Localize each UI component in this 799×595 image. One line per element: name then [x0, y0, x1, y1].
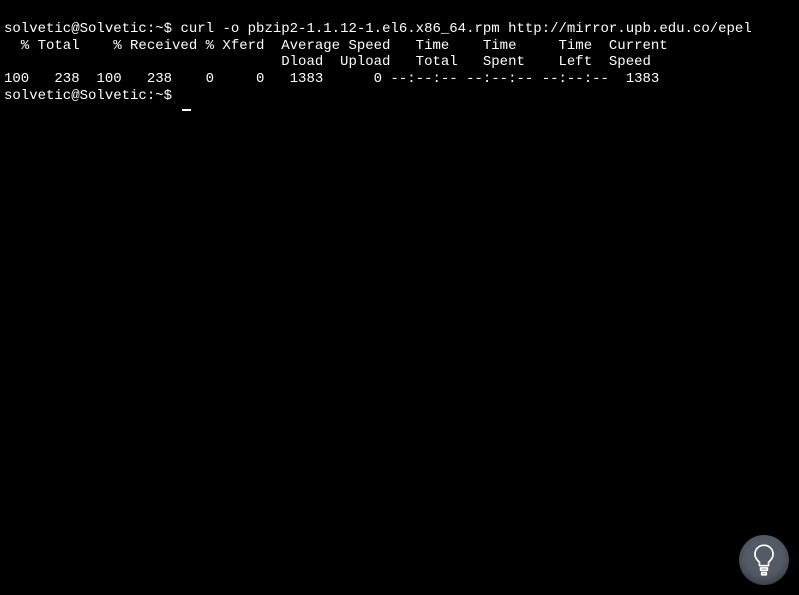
curl-progress-row: 100 238 100 238 0 0 1383 0 --:--:-- --:-… [4, 71, 659, 87]
watermark-icon [739, 535, 789, 585]
curl-header-row-1: % Total % Received % Xferd Average Speed… [4, 38, 668, 54]
lightbulb-icon [750, 543, 778, 577]
terminal-output[interactable]: solvetic@Solvetic:~$ curl -o pbzip2-1.1.… [4, 4, 795, 105]
cursor [182, 109, 191, 111]
prompt: solvetic@Solvetic:~$ [4, 21, 180, 37]
prompt: solvetic@Solvetic:~$ [4, 88, 180, 104]
command-text: curl -o pbzip2-1.1.12-1.el6.x86_64.rpm h… [180, 21, 751, 37]
curl-header-row-2: Dload Upload Total Spent Left Speed [4, 54, 651, 70]
